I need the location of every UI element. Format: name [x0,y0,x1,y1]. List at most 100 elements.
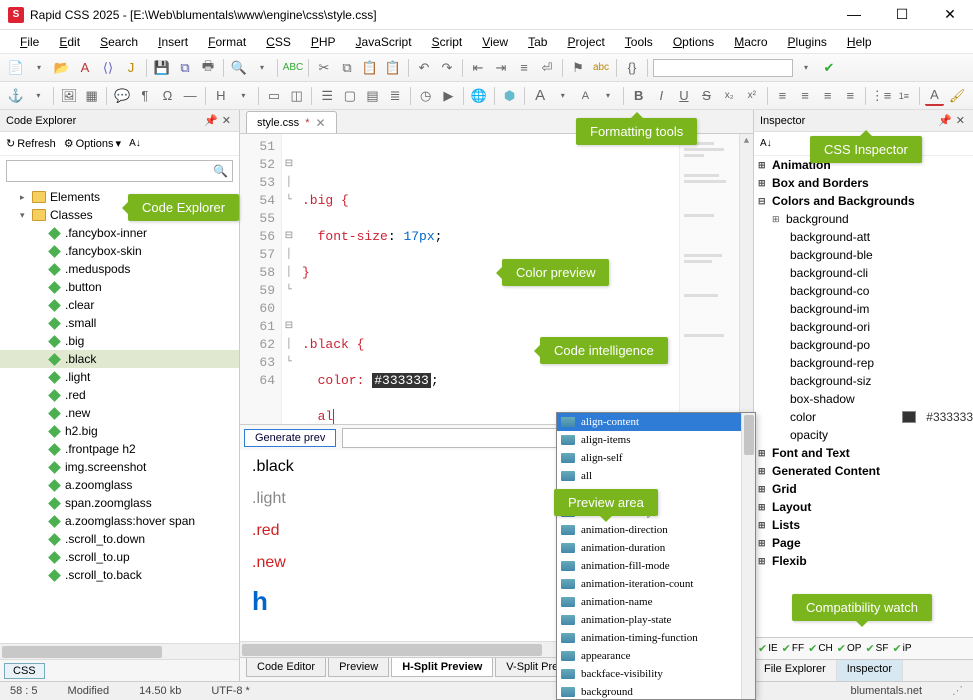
font-shrink-icon[interactable]: A [576,86,596,106]
menu-tab[interactable]: Tab [520,33,555,51]
class-item[interactable]: .big [0,332,239,350]
copy-icon[interactable]: ⧉ [337,58,357,78]
line-icon[interactable]: — [180,86,200,106]
options-button[interactable]: ⚙ Options ▾ [64,137,121,150]
minimap[interactable] [679,134,739,424]
indent-icon[interactable]: ⇥ [491,58,511,78]
autocomplete-item[interactable]: animation-timing-function [557,629,755,647]
paste-icon[interactable]: 📋 [360,58,380,78]
panel-tab[interactable]: File Explorer [754,660,837,681]
inspector-prop[interactable]: background-siz [754,372,973,390]
class-item[interactable]: .button [0,278,239,296]
undo-icon[interactable]: ↶ [414,58,434,78]
inspector-category-box[interactable]: ⊞Box and Borders [754,174,973,192]
refresh-button[interactable]: ↻ Refresh [6,137,56,150]
menu-script[interactable]: Script [424,33,471,51]
resize-grip-icon[interactable]: ⋰ [952,684,963,697]
menu-options[interactable]: Options [665,33,722,51]
autocomplete-item[interactable]: animation-play-state [557,611,755,629]
class-item[interactable]: .frontpage h2 [0,440,239,458]
inspector-prop[interactable]: ⊞background [754,210,973,228]
inspector-prop[interactable]: background-po [754,336,973,354]
class-item[interactable]: img.screenshot [0,458,239,476]
inspector-category-lists[interactable]: ⊞Lists [754,516,973,534]
class-item[interactable]: .scroll_to.back [0,566,239,584]
bold-icon[interactable]: B [629,86,649,106]
list-icon[interactable]: ≣ [385,86,405,106]
class-item[interactable]: a.zoomglass [0,476,239,494]
symbol-icon[interactable]: Ω [158,86,178,106]
close-panel-icon[interactable]: ✕ [954,114,967,127]
span-icon[interactable]: ◫ [287,86,307,106]
sort-icon[interactable]: A↓ [760,138,772,149]
folder-classes[interactable]: ▾Classes [0,206,239,224]
class-item[interactable]: a.zoomglass:hover span [0,512,239,530]
ol-icon[interactable]: 1≡ [894,86,914,106]
bookmark-icon[interactable]: ⚑ [568,58,588,78]
maximize-button[interactable]: ☐ [887,6,917,23]
spellcheck-icon[interactable]: ABC [283,58,303,78]
tag-icon[interactable]: abc [591,58,611,78]
class-item[interactable]: span.zoomglass [0,494,239,512]
generate-preview-button[interactable]: Generate prev [244,429,336,447]
dropdown-icon[interactable]: ▾ [598,86,618,106]
autocomplete-item[interactable]: animation-direction [557,521,755,539]
comment-icon[interactable]: 💬 [112,86,132,106]
strike-icon[interactable]: S [697,86,717,106]
file-a-icon[interactable]: A [75,58,95,78]
autocomplete-item[interactable]: all [557,467,755,485]
sub-icon[interactable]: x₂ [719,86,739,106]
align-justify-icon[interactable]: ≡ [840,86,860,106]
bg-color-icon[interactable]: 🖌 [947,86,967,106]
dropdown-icon[interactable]: ▾ [29,86,49,106]
editor-mode-tab[interactable]: H-Split Preview [391,658,493,677]
class-item[interactable]: .fancybox-skin [0,242,239,260]
ul-icon[interactable]: ⋮≡ [871,86,891,106]
new-file-icon[interactable]: 📄 [6,58,26,78]
inspector-category-animation[interactable]: ⊞Animation [754,156,973,174]
menu-plugins[interactable]: Plugins [780,33,835,51]
dropdown-icon[interactable]: ▾ [29,58,49,78]
menu-macro[interactable]: Macro [726,33,775,51]
underline-icon[interactable]: U [674,86,694,106]
cut-icon[interactable]: ✂ [314,58,334,78]
font-grow-icon[interactable]: A [530,86,550,106]
autocomplete-item[interactable]: background [557,683,755,700]
inspector-tree[interactable]: ⊞Animation⊞Box and Borders⊟Colors and Ba… [754,156,973,637]
autocomplete-item[interactable]: animation-fill-mode [557,557,755,575]
autocomplete-item[interactable]: align-content [557,413,755,431]
folder-elements[interactable]: ▸Elements [0,188,239,206]
autocomplete-item[interactable]: animation-name [557,593,755,611]
table-icon[interactable]: ▦ [82,86,102,106]
heading-icon[interactable]: H [211,86,231,106]
color-swatch[interactable]: #333333 [372,373,431,388]
inspector-category-font[interactable]: ⊞Font and Text [754,444,973,462]
class-item[interactable]: .red [0,386,239,404]
anchor-icon[interactable]: ⚓ [6,86,26,106]
inspector-prop[interactable]: box-shadow [754,390,973,408]
input-icon[interactable]: ▢ [340,86,360,106]
pin-icon[interactable]: 📌 [936,114,954,127]
paragraph-icon[interactable]: ¶ [135,86,155,106]
close-panel-icon[interactable]: ✕ [220,114,233,127]
minimize-button[interactable]: — [839,6,869,23]
file-php-icon[interactable]: ⟨⟩ [98,58,118,78]
menu-javascript[interactable]: JavaScript [348,33,420,51]
dropdown-icon[interactable]: ▾ [553,86,573,106]
menu-project[interactable]: Project [559,33,612,51]
close-tab-icon[interactable]: ✕ [315,116,325,130]
wrap-icon[interactable]: ⏎ [537,58,557,78]
save-all-icon[interactable]: ⧉ [175,58,195,78]
inspector-prop[interactable]: background-att [754,228,973,246]
sup-icon[interactable]: x² [742,86,762,106]
menu-help[interactable]: Help [839,33,880,51]
outdent-icon[interactable]: ⇤ [468,58,488,78]
class-item[interactable]: .meduspods [0,260,239,278]
autocomplete-scrollbar[interactable] [741,413,755,699]
class-item[interactable]: .new [0,404,239,422]
autocomplete-item[interactable]: align-self [557,449,755,467]
autocomplete-item[interactable]: animation-iteration-count [557,575,755,593]
class-item[interactable]: .fancybox-inner [0,224,239,242]
fold-gutter[interactable]: ⊟│└ ⊟││└ ⊟│└ [282,134,296,424]
autocomplete-item[interactable]: animation-delay [557,503,755,521]
